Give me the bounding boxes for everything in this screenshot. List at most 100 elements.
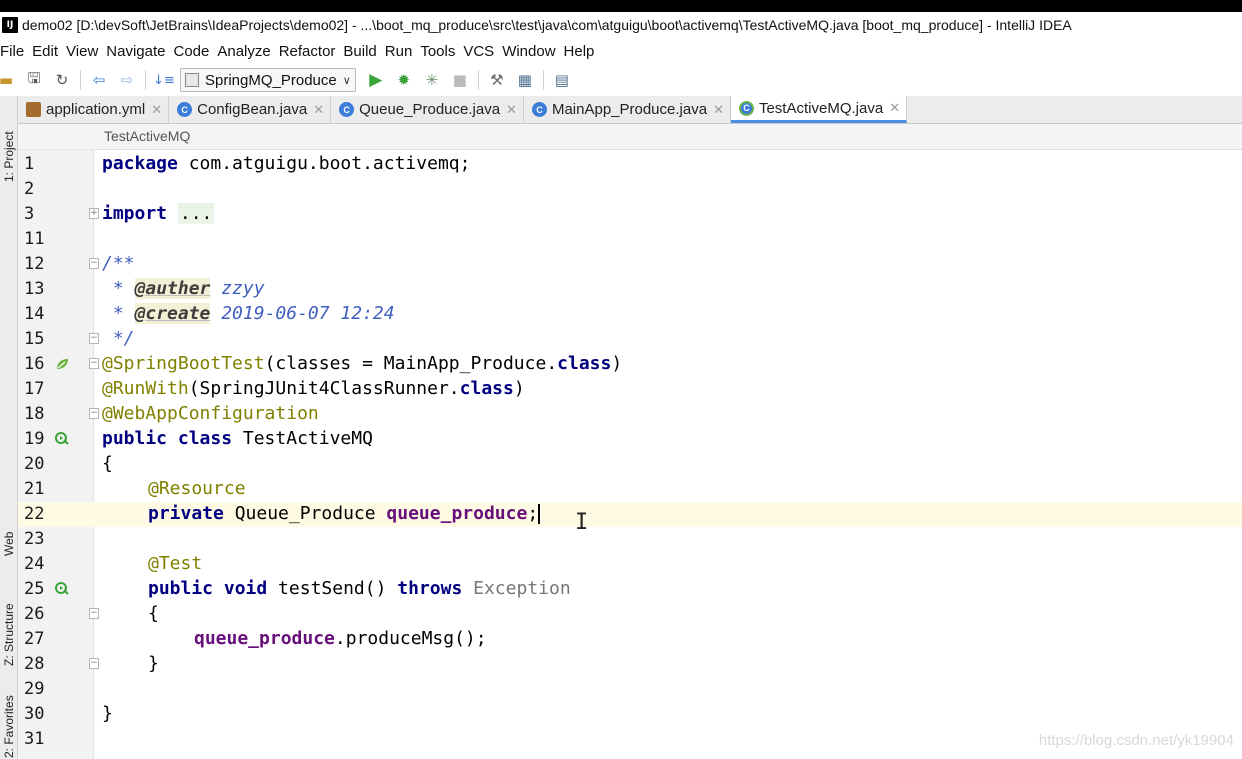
- close-icon[interactable]: ✕: [313, 102, 324, 118]
- code-editor[interactable]: 1 package com.atguigu.boot.activemq; 2 3…: [18, 150, 1242, 759]
- code-text[interactable]: {: [148, 603, 159, 624]
- build-make-icon[interactable]: ↓≡: [152, 68, 176, 92]
- favorites-tool-tab[interactable]: 2: Favorites: [0, 686, 18, 758]
- menu-vcs[interactable]: VCS: [462, 43, 501, 60]
- code-text[interactable]: package com.atguigu.boot.activemq;: [102, 153, 470, 174]
- web-tool-tab[interactable]: Web: [0, 504, 18, 556]
- project-tool-tab-label: 1: Project: [2, 131, 16, 182]
- close-icon[interactable]: ✕: [889, 100, 900, 116]
- tab-application-yml[interactable]: application.yml ✕: [18, 96, 170, 123]
- close-icon[interactable]: ✕: [713, 102, 724, 118]
- code-text[interactable]: @SpringBootTest(classes = MainApp_Produc…: [102, 353, 622, 374]
- menu-bar: File Edit View Navigate Code Analyze Ref…: [0, 38, 1242, 64]
- code-text[interactable]: @WebAppConfiguration: [102, 403, 319, 424]
- toolbar-separator: [145, 70, 146, 90]
- code-text[interactable]: */: [102, 328, 135, 349]
- menu-view[interactable]: View: [65, 43, 105, 60]
- save-all-icon[interactable]: 🖫: [22, 68, 46, 92]
- line-number: 22: [24, 504, 45, 524]
- line-number: 29: [24, 679, 45, 699]
- code-line: 1 package com.atguigu.boot.activemq;: [18, 152, 1242, 177]
- open-folder-icon[interactable]: ▬: [0, 68, 18, 92]
- code-text[interactable]: queue_produce.produceMsg();: [194, 628, 487, 649]
- code-text[interactable]: * @create 2019-06-07 12:24: [102, 303, 395, 324]
- run-icon[interactable]: ▶: [364, 68, 388, 92]
- synchronize-icon[interactable]: ↻: [50, 68, 74, 92]
- close-icon[interactable]: ✕: [151, 102, 162, 118]
- code-line: 28 − }: [18, 652, 1242, 677]
- line-number: 28: [24, 654, 45, 674]
- code-text[interactable]: /**: [102, 253, 135, 274]
- web-tool-tab-label: Web: [2, 531, 16, 556]
- forward-arrow-icon[interactable]: ⇨: [115, 68, 139, 92]
- fold-end-icon[interactable]: −: [89, 658, 99, 669]
- debug-icon[interactable]: ✹: [392, 68, 416, 92]
- code-line: 26 − {: [18, 602, 1242, 627]
- project-structure-icon[interactable]: ⚒: [485, 68, 509, 92]
- fold-end-icon[interactable]: −: [89, 408, 99, 419]
- line-number: 1: [24, 154, 35, 174]
- tab-configbean-java[interactable]: C ConfigBean.java ✕: [169, 96, 332, 123]
- menu-edit[interactable]: Edit: [31, 43, 65, 60]
- fold-collapse-icon[interactable]: −: [89, 258, 99, 269]
- code-line: 15 − */: [18, 327, 1242, 352]
- tab-testactivemq-java[interactable]: C TestActiveMQ.java ✕: [730, 96, 908, 123]
- code-text[interactable]: @RunWith(SpringJUnit4ClassRunner.class): [102, 378, 525, 399]
- watermark: https://blog.csdn.net/yk19904: [1038, 732, 1234, 749]
- folded-imports: ...: [177, 203, 215, 224]
- run-configuration-select[interactable]: SpringMQ_Produce ∨: [180, 68, 356, 92]
- code-text[interactable]: }: [148, 653, 159, 674]
- menu-file[interactable]: File: [0, 43, 31, 60]
- tab-queue-produce-java[interactable]: C Queue_Produce.java ✕: [331, 96, 524, 123]
- fold-end-icon[interactable]: −: [89, 333, 99, 344]
- window-title: demo02 [D:\devSoft\JetBrains\IdeaProject…: [22, 17, 1072, 33]
- database-tool-icon[interactable]: ▤: [550, 68, 574, 92]
- menu-run[interactable]: Run: [384, 43, 420, 60]
- close-icon[interactable]: ✕: [506, 102, 517, 118]
- intellij-icon: IJ: [2, 17, 18, 33]
- toolbar-separator: [80, 70, 81, 90]
- spring-leaf-icon[interactable]: [54, 356, 70, 372]
- menu-window[interactable]: Window: [501, 43, 562, 60]
- run-with-coverage-icon[interactable]: ✳: [420, 68, 444, 92]
- tab-mainapp-produce-java[interactable]: C MainApp_Produce.java ✕: [524, 96, 731, 123]
- tab-label: TestActiveMQ.java: [758, 99, 884, 117]
- code-text[interactable]: }: [102, 703, 113, 724]
- line-number: 13: [24, 279, 45, 299]
- breadcrumb-bar: TestActiveMQ: [18, 124, 1242, 150]
- code-line: 24 @Test: [18, 552, 1242, 577]
- menu-build[interactable]: Build: [342, 43, 383, 60]
- line-number: 3: [24, 204, 35, 224]
- sdk-manager-icon[interactable]: ▦: [513, 68, 537, 92]
- fold-collapse-icon[interactable]: −: [89, 358, 99, 369]
- menu-navigate[interactable]: Navigate: [105, 43, 172, 60]
- code-text[interactable]: public void testSend() throws Exception: [148, 578, 571, 599]
- menu-help[interactable]: Help: [563, 43, 602, 60]
- code-text[interactable]: * @auther zzyy: [102, 278, 265, 299]
- project-tool-tab[interactable]: 1: Project: [0, 102, 18, 182]
- code-text[interactable]: @Test: [148, 553, 202, 574]
- code-text[interactable]: @Resource: [148, 478, 246, 499]
- structure-tool-tab[interactable]: Z: Structure: [0, 574, 18, 666]
- run-test-gutter-icon[interactable]: [54, 581, 70, 597]
- code-line: 11: [18, 227, 1242, 252]
- code-line: 17 @RunWith(SpringJUnit4ClassRunner.clas…: [18, 377, 1242, 402]
- code-text[interactable]: import ...: [102, 203, 215, 224]
- chevron-down-icon: ∨: [342, 73, 351, 87]
- run-test-gutter-icon[interactable]: [54, 431, 70, 447]
- line-number: 2: [24, 179, 35, 199]
- menu-tools[interactable]: Tools: [419, 43, 462, 60]
- fold-expand-icon[interactable]: +: [89, 208, 99, 219]
- stop-icon[interactable]: ■: [448, 68, 472, 92]
- fold-collapse-icon[interactable]: −: [89, 608, 99, 619]
- menu-refactor[interactable]: Refactor: [278, 43, 343, 60]
- back-arrow-icon[interactable]: ⇦: [87, 68, 111, 92]
- menu-analyze[interactable]: Analyze: [216, 43, 277, 60]
- breadcrumb[interactable]: TestActiveMQ: [104, 128, 190, 144]
- code-text[interactable]: public class TestActiveMQ: [102, 428, 373, 449]
- line-number: 11: [24, 229, 45, 249]
- code-text[interactable]: private Queue_Produce queue_produce;: [148, 503, 541, 524]
- favorites-tool-tab-label: 2: Favorites: [2, 695, 16, 758]
- menu-code[interactable]: Code: [172, 43, 216, 60]
- code-text[interactable]: {: [102, 453, 113, 474]
